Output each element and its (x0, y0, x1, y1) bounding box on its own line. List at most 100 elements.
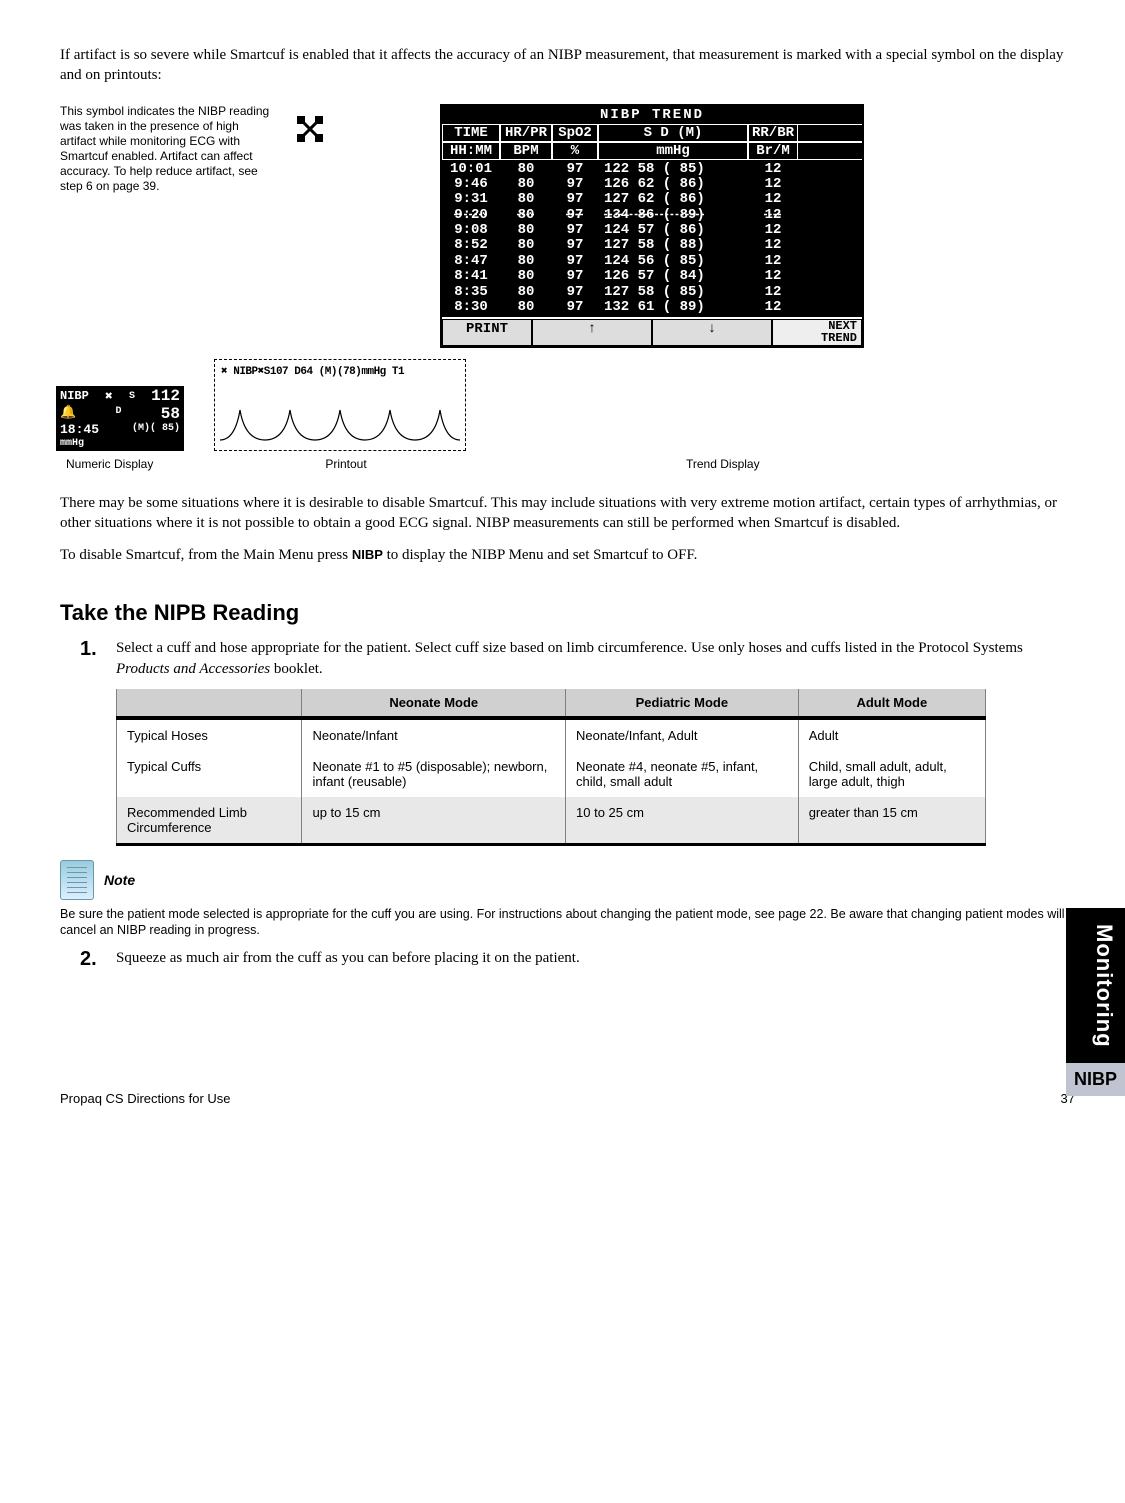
bell-icon: 🔔 (60, 406, 76, 424)
trend-cell: 9:08 (442, 223, 500, 238)
col-hrpr: HR/PR (500, 125, 552, 141)
cell: Neonate/Infant (302, 718, 566, 751)
th-neonate: Neonate Mode (302, 689, 566, 718)
s-label: S (129, 391, 135, 402)
p2-a: To disable Smartcuf, from the Main Menu … (60, 547, 352, 563)
trend-cell: 80 (500, 269, 552, 284)
trend-cell: 134 86 ( 89) (598, 208, 748, 223)
step-1: 1. Select a cuff and hose appropriate fo… (80, 638, 1075, 679)
trend-cell: 97 (552, 238, 598, 253)
section-heading: Take the NIPB Reading (60, 600, 1075, 626)
m-value: (M)( 85) (132, 423, 180, 437)
trend-cell: 80 (500, 238, 552, 253)
trend-cell: 8:35 (442, 285, 500, 300)
trend-cell: 12 (748, 269, 798, 284)
col-sdm: S D (M) (598, 125, 748, 141)
step1-b: booklet. (270, 661, 323, 677)
trend-cell: 80 (500, 285, 552, 300)
table-row: Recommended Limb Circumference up to 15 … (117, 797, 986, 845)
trend-cell: 124 57 ( 86) (598, 223, 748, 238)
trend-cell: 97 (552, 300, 598, 315)
trend-cell: 97 (552, 177, 598, 192)
trend-cell: 12 (748, 223, 798, 238)
trend-data-row: 8:478097124 56 ( 85)12 (442, 254, 862, 269)
note-text: Be sure the patient mode selected is app… (60, 906, 1075, 939)
trend-cell: 80 (500, 192, 552, 207)
x-marker-icon (295, 114, 325, 144)
trend-cell: 10:01 (442, 162, 500, 177)
trend-cell: 122 58 ( 85) (598, 162, 748, 177)
cell: 10 to 25 cm (566, 797, 799, 845)
trend-cell: 8:30 (442, 300, 500, 315)
col-rrbr: RR/BR (748, 125, 798, 141)
cell: Neonate #1 to #5 (disposable); newborn, … (302, 751, 566, 797)
cell: Neonate #4, neonate #5, infant, child, s… (566, 751, 799, 797)
unit-bpm: BPM (500, 143, 552, 159)
tab-monitoring: Monitoring (1066, 908, 1125, 1064)
step-2-number: 2. (80, 948, 116, 971)
trend-cell: 12 (748, 300, 798, 315)
cell: Adult (798, 718, 985, 751)
nibp-label: NIBP (60, 390, 89, 403)
unit-mmhg-small: mmHg (60, 438, 180, 449)
scroll-down-button[interactable]: ↓ (652, 319, 772, 346)
table-row: Typical Hoses Neonate/Infant Neonate/Inf… (117, 718, 986, 751)
trend-cell: 97 (552, 162, 598, 177)
col-spo2: SpO2 (552, 125, 598, 141)
trend-cell: 97 (552, 192, 598, 207)
trend-cell: 80 (500, 177, 552, 192)
trend-data-row: 9:318097127 62 ( 86)12 (442, 192, 862, 207)
artifact-symbol-explanation: This symbol indicates the NIBP reading w… (60, 104, 270, 194)
th-pediatric: Pediatric Mode (566, 689, 799, 718)
unit-pct: % (552, 143, 598, 159)
trend-cell: 8:47 (442, 254, 500, 269)
step-2: 2. Squeeze as much air from the cuff as … (80, 948, 1075, 971)
footer-left: Propaq CS Directions for Use (60, 1091, 231, 1106)
trend-cell: 80 (500, 162, 552, 177)
trend-cell: 9:46 (442, 177, 500, 192)
trend-data-row: 8:358097127 58 ( 85)12 (442, 285, 862, 300)
cell: Child, small adult, adult, large adult, … (798, 751, 985, 797)
trend-data-row: 9:468097126 62 ( 86)12 (442, 177, 862, 192)
step-1-body: Select a cuff and hose appropriate for t… (116, 638, 1075, 679)
trend-data-row: 10:018097122 58 ( 85)12 (442, 162, 862, 177)
print-button[interactable]: PRINT (442, 319, 532, 346)
trend-title: NIBP TREND (442, 106, 862, 124)
figure-row: This symbol indicates the NIBP reading w… (60, 104, 1075, 349)
next-trend-button[interactable]: NEXT TREND (772, 319, 862, 346)
disable-smartcuf-paragraph: There may be some situations where it is… (60, 493, 1075, 534)
trend-cell: 97 (552, 285, 598, 300)
page-footer: Propaq CS Directions for Use 37 (60, 1091, 1075, 1106)
d-value: 58 (161, 406, 180, 424)
trend-cell: 80 (500, 223, 552, 238)
caption-trend: Trend Display (476, 457, 1075, 471)
trend-display-screen: NIBP TREND TIME HR/PR SpO2 S D (M) RR/BR… (440, 104, 864, 349)
note-label: Note (104, 860, 135, 888)
trend-cell: 12 (748, 254, 798, 269)
table-header-row: Neonate Mode Pediatric Mode Adult Mode (117, 689, 986, 718)
figure-captions: Numeric Display Printout Trend Display (66, 457, 1075, 471)
step1-a: Select a cuff and hose appropriate for t… (116, 640, 1023, 656)
trend-cell: 80 (500, 300, 552, 315)
trend-cell: 127 58 ( 85) (598, 285, 748, 300)
trend-data-row: 8:528097127 58 ( 88)12 (442, 238, 862, 253)
printout-text: ✖ NIBP✖S107 D64 (M)(78)mmHg T1 (215, 360, 465, 382)
step-2-body: Squeeze as much air from the cuff as you… (116, 948, 1075, 971)
trend-data-row: 8:418097126 57 ( 84)12 (442, 269, 862, 284)
trend-data-row: 9:208097134 86 ( 89)12 (442, 208, 862, 223)
th-blank (117, 689, 302, 718)
trend-units-row: HH:MM BPM % mmHg Br/M (442, 142, 862, 160)
trend-cell: 132 61 ( 89) (598, 300, 748, 315)
trend-cell: 12 (748, 162, 798, 177)
caption-numeric: Numeric Display (66, 457, 216, 471)
numeric-display: NIBP ✖ S 112 🔔 D 58 18:45 (M)( 85) mmHg (56, 386, 184, 450)
p2-b: to display the NIBP Menu and set Smartcu… (383, 547, 697, 563)
cell: greater than 15 cm (798, 797, 985, 845)
cuff-spec-table: Neonate Mode Pediatric Mode Adult Mode T… (116, 689, 986, 846)
trend-cell: 97 (552, 254, 598, 269)
trend-cell: 80 (500, 208, 552, 223)
trend-cell: 126 62 ( 86) (598, 177, 748, 192)
cell: up to 15 cm (302, 797, 566, 845)
scroll-up-button[interactable]: ↑ (532, 319, 652, 346)
artifact-symbol (280, 104, 340, 144)
